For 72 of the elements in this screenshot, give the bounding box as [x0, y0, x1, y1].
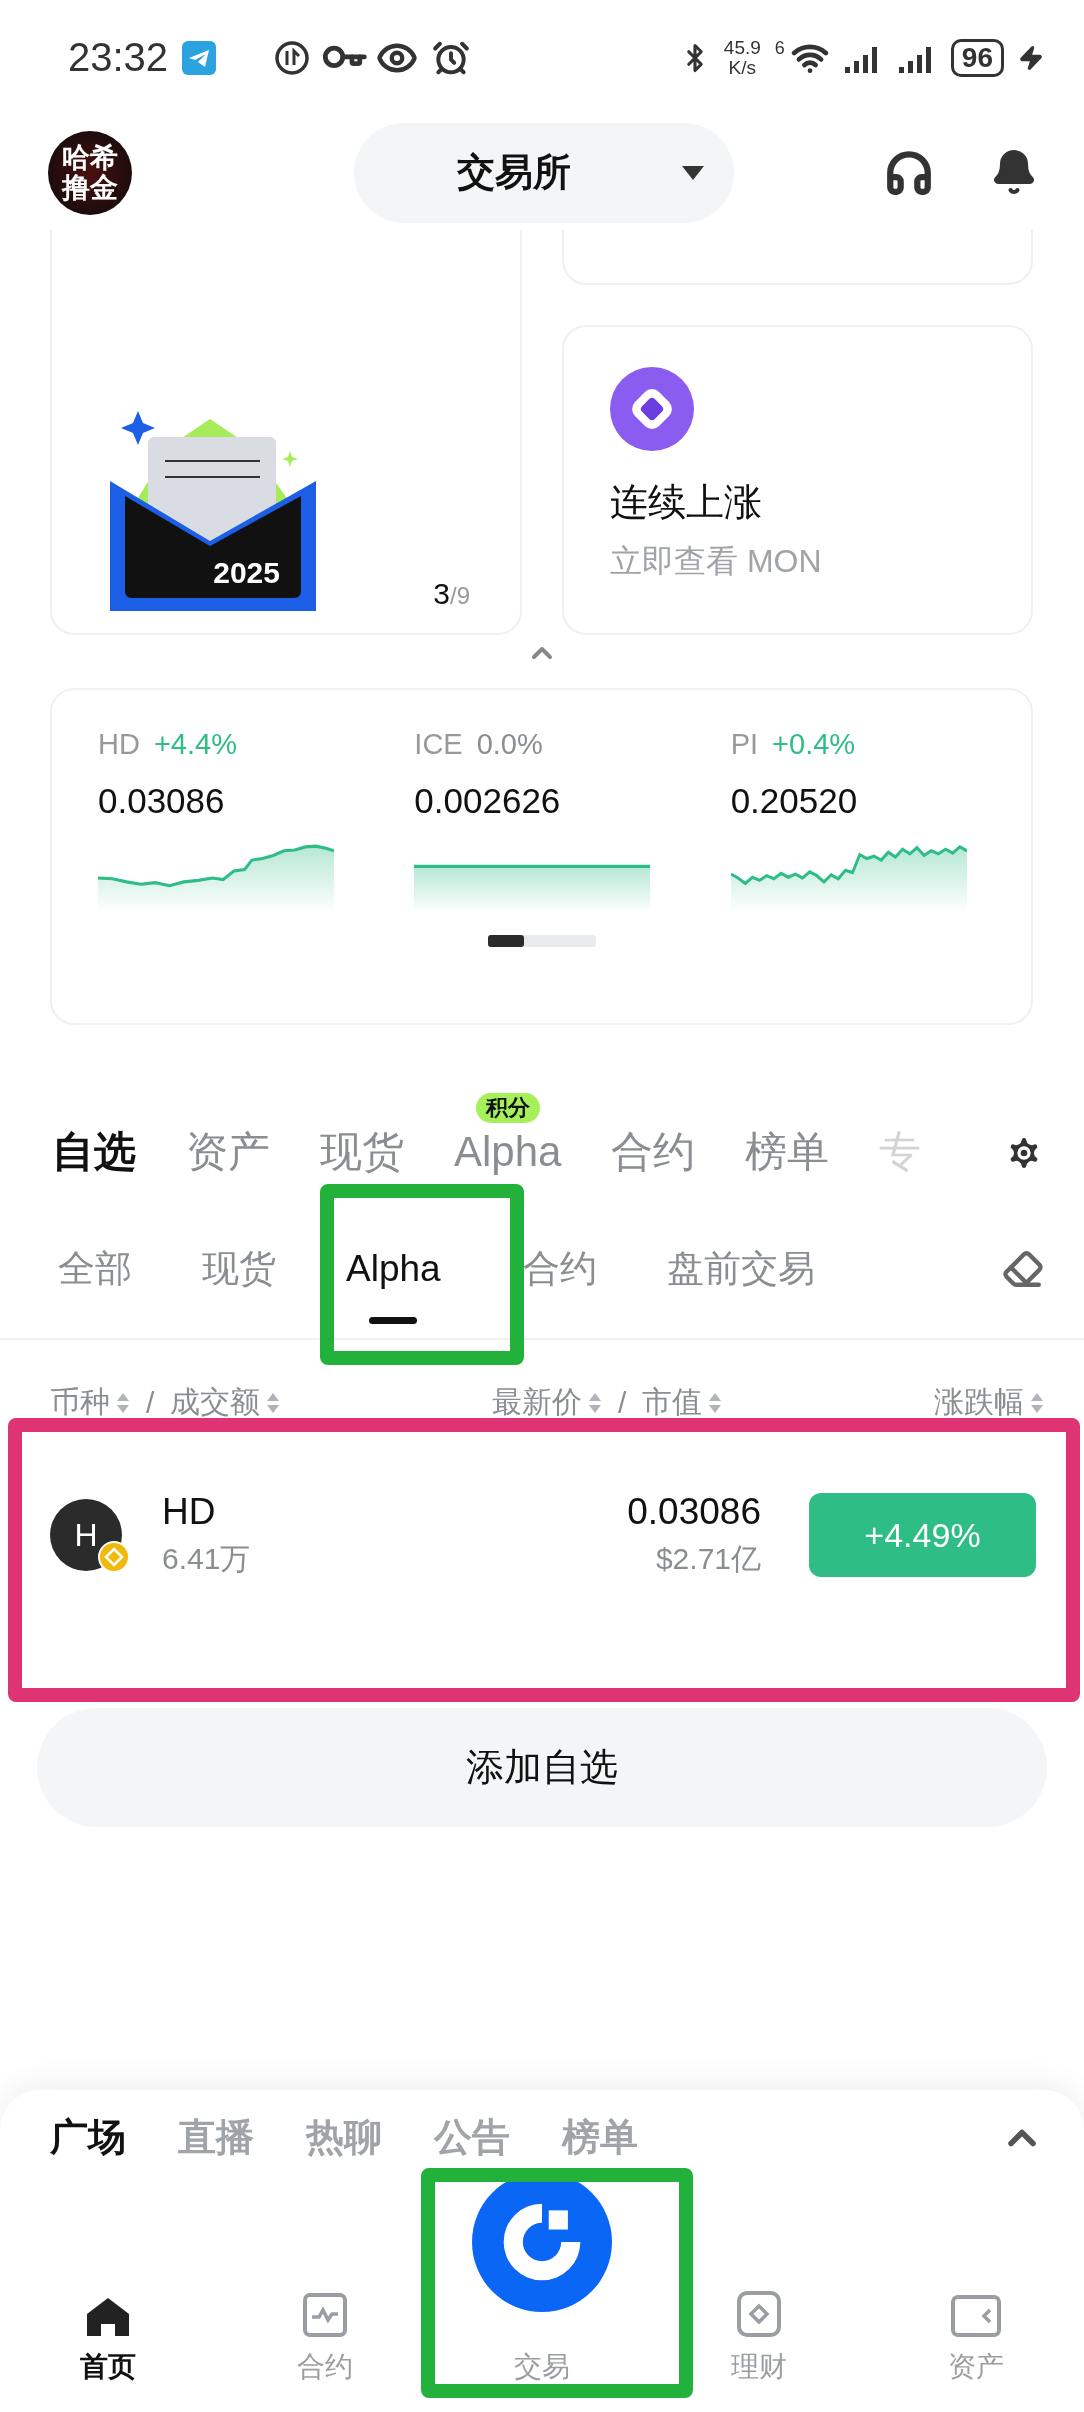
points-badge: 积分	[475, 1093, 540, 1123]
column-header[interactable]: 成交额	[170, 1382, 261, 1423]
nav-item[interactable]: 首页	[8, 2296, 209, 2386]
ticker-symbol: ICE	[414, 728, 463, 761]
wifi-label: 6	[774, 38, 785, 59]
wallet-icon	[949, 2294, 1002, 2338]
telegram-icon	[182, 40, 217, 75]
sort-icon	[588, 1391, 602, 1414]
market-tab[interactable]: 全部	[58, 1244, 132, 1294]
sort-icon	[116, 1391, 130, 1414]
feature-card[interactable]: 连续上涨 立即查看 MON	[562, 325, 1033, 635]
category-tab[interactable]: 资产	[186, 1127, 270, 1177]
carousel-counter: 3/9	[433, 577, 470, 611]
coin-volume: 6.41万	[162, 1540, 251, 1577]
column-header[interactable]: 最新价	[492, 1382, 582, 1423]
diamond-logo-icon	[610, 367, 694, 451]
market-tab[interactable]: 现货	[202, 1244, 276, 1294]
data-saver-icon	[274, 39, 311, 76]
envelope-year: 2025	[213, 556, 280, 589]
chain-badge-icon	[98, 1541, 130, 1573]
feed-tab[interactable]: 直播	[178, 2112, 254, 2163]
coin-market-cap: $2.71亿	[655, 1540, 761, 1577]
feed-tab[interactable]: 热聊	[306, 2112, 382, 2163]
category-tab[interactable]: 自选	[52, 1127, 136, 1177]
ticker-change: 0.0%	[476, 728, 543, 761]
ticker-change: +0.4%	[772, 728, 856, 761]
feature-subtitle: 立即查看 MON	[610, 542, 823, 581]
chart-icon	[302, 2292, 349, 2338]
coin-symbol: HD	[162, 1490, 217, 1533]
ticker-price: 0.20520	[730, 781, 859, 821]
ticker-symbol: HD	[98, 728, 140, 761]
coin-price: 0.03086	[627, 1490, 761, 1533]
ticker-symbol: PI	[730, 728, 759, 761]
network-speed: 45.9 K/s	[723, 37, 761, 78]
edit-icon[interactable]	[1002, 1248, 1044, 1290]
column-header[interactable]: 币种	[50, 1382, 110, 1423]
nav-item[interactable]: 合约	[225, 2292, 426, 2386]
ticker-price: 0.002626	[414, 781, 562, 821]
feed-tab[interactable]: 榜单	[562, 2112, 638, 2163]
charging-icon	[1018, 44, 1044, 71]
battery-indicator: 96	[950, 38, 1004, 77]
status-time: 23:32	[68, 35, 169, 80]
column-separator: /	[146, 1385, 155, 1420]
market-tab[interactable]: 合约	[522, 1244, 597, 1294]
feature-title: 连续上涨	[610, 480, 763, 525]
category-tab[interactable]: 现货	[320, 1127, 404, 1177]
home-icon	[85, 2296, 132, 2338]
nav-item[interactable]: 资产	[875, 2294, 1076, 2386]
promo-card[interactable]: 2025 3/9	[50, 230, 522, 635]
market-tab[interactable]: 盘前交易	[666, 1244, 815, 1294]
category-tab[interactable]: 合约	[611, 1127, 696, 1177]
sort-icon	[266, 1391, 281, 1414]
market-tab[interactable]: Alpha	[346, 1244, 441, 1294]
coin-row[interactable]: H HD 6.41万 0.03086 $2.71亿 +4.49%	[0, 1445, 1084, 1625]
ticker-change: +4.4%	[153, 728, 237, 761]
column-separator: /	[618, 1385, 627, 1420]
caret-icon	[681, 164, 705, 181]
column-header[interactable]: 涨跌幅	[934, 1382, 1024, 1423]
sort-icon	[708, 1391, 723, 1414]
nav-item[interactable]: 交易	[442, 2172, 642, 2386]
nav-item[interactable]: 理财	[658, 2290, 859, 2386]
feed-tab[interactable]: 公告	[434, 2112, 510, 2163]
column-header[interactable]: 市值	[642, 1382, 703, 1423]
change-badge: +4.49%	[809, 1493, 1036, 1577]
tab-underline	[369, 1317, 418, 1324]
sort-icon	[1030, 1391, 1044, 1414]
category-tab[interactable]: 榜单	[745, 1127, 830, 1177]
feed-tab[interactable]: 广场	[50, 2112, 126, 2163]
exchange-switcher[interactable]: 交易所	[354, 122, 734, 223]
ticker-price: 0.03086	[98, 781, 226, 821]
add-watchlist-button[interactable]: 添加自选	[37, 1708, 1047, 1827]
avatar[interactable]: 哈希 撸金	[48, 130, 132, 215]
